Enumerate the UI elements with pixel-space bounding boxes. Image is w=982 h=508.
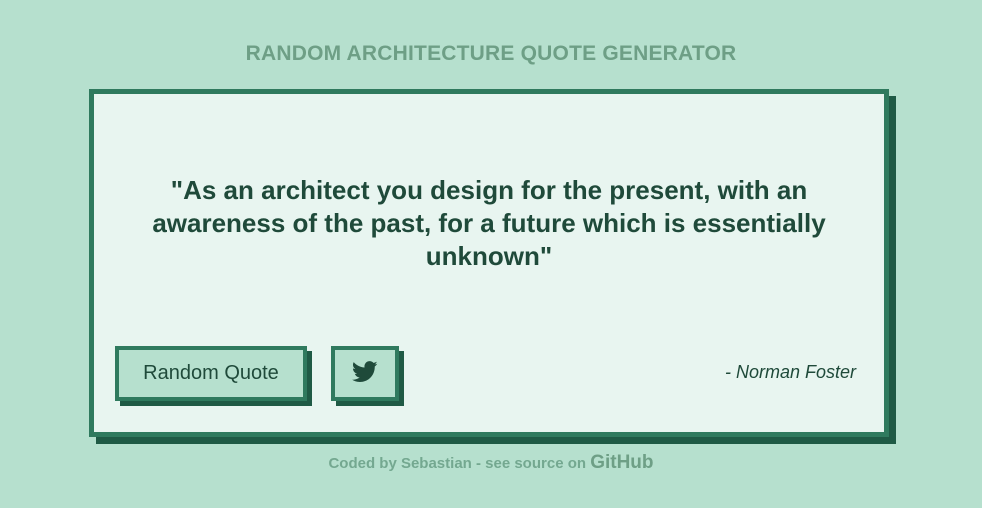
- quote-card: "As an architect you design for the pres…: [89, 89, 889, 437]
- page-title: RANDOM ARCHITECTURE QUOTE GENERATOR: [245, 42, 737, 65]
- quote-author: - Norman Foster: [724, 362, 856, 382]
- footer-text: Coded by Sebastian - see source on: [328, 455, 591, 472]
- footer: Coded by Sebastian - see source on GitHu…: [0, 452, 982, 474]
- random-quote-button[interactable]: Random Quote: [115, 346, 307, 401]
- tweet-button[interactable]: [331, 346, 399, 401]
- quote-text: "As an architect you design for the pres…: [152, 175, 826, 271]
- twitter-icon: [351, 361, 378, 386]
- github-link[interactable]: GitHub: [590, 452, 653, 473]
